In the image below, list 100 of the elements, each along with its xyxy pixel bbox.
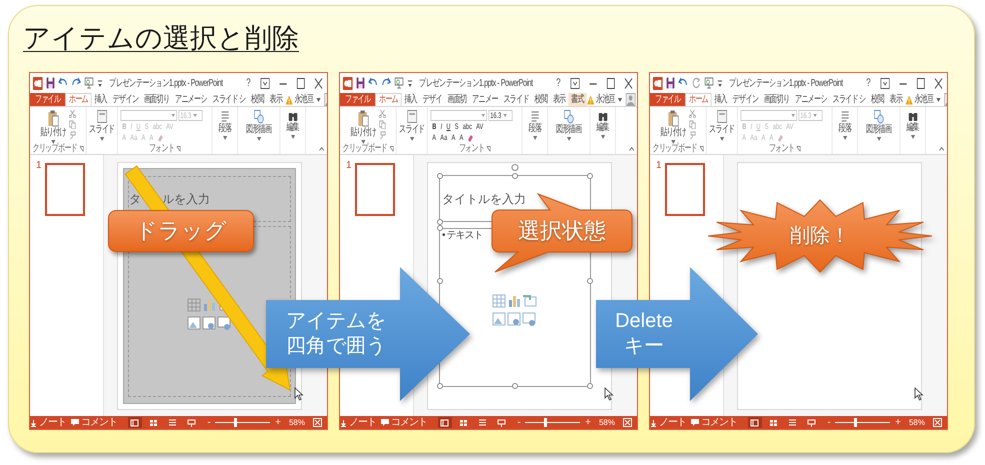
ribbon-tab[interactable]: 校閲 xyxy=(532,93,550,106)
font-name-field[interactable] xyxy=(740,110,797,121)
grow-font-button[interactable]: A xyxy=(449,133,458,143)
ribbon-tab[interactable]: ホーム xyxy=(65,93,92,106)
ribbon-tab[interactable]: デザイン xyxy=(730,93,762,106)
copy-icon[interactable] xyxy=(378,120,388,129)
fit-to-window-icon[interactable] xyxy=(623,418,632,427)
zoom-out-button[interactable]: - xyxy=(517,418,520,428)
paragraph-button[interactable]: 段落 xyxy=(837,107,853,140)
zoom-level[interactable]: 58% xyxy=(598,418,615,426)
paragraph-button[interactable]: 段落 xyxy=(527,107,543,140)
dialog-launcher-icon[interactable] xyxy=(486,146,491,152)
presentation-icon[interactable] xyxy=(704,77,714,89)
dialog-launcher-icon[interactable] xyxy=(79,146,84,152)
collapse-ribbon-icon[interactable] xyxy=(939,147,944,151)
italic-button[interactable]: I xyxy=(438,122,444,132)
notes-button[interactable]: ノート xyxy=(30,418,66,428)
view-button[interactable] xyxy=(184,417,198,428)
view-button[interactable] xyxy=(494,417,508,428)
format-painter-icon[interactable] xyxy=(378,131,386,140)
slide-thumbnail[interactable] xyxy=(664,163,705,216)
paste-button[interactable]: 貼り付け xyxy=(348,107,378,144)
help-button[interactable]: ? xyxy=(554,78,563,88)
paragraph-button[interactable]: 段落 xyxy=(217,107,233,140)
ribbon-tab[interactable]: ファイル xyxy=(650,93,686,106)
view-button[interactable] xyxy=(438,417,452,428)
ribbon-tab[interactable]: 校閲 xyxy=(248,93,267,106)
new-slide-button[interactable]: スライド xyxy=(88,107,116,141)
avatar-icon[interactable] xyxy=(626,93,636,106)
rotate-handle[interactable] xyxy=(512,164,518,171)
ribbon-tab[interactable]: 書式 xyxy=(568,93,587,106)
view-button[interactable] xyxy=(748,417,762,428)
copy-icon[interactable] xyxy=(688,120,698,129)
slide-thumbnail[interactable] xyxy=(44,163,85,216)
scissors-icon[interactable] xyxy=(68,109,76,118)
resize-handle[interactable] xyxy=(437,278,443,284)
underline-button[interactable]: U xyxy=(444,122,453,132)
font-name-field[interactable] xyxy=(120,110,177,121)
paste-button[interactable]: 貼り付け xyxy=(38,107,68,144)
quick-access-menu-icon[interactable] xyxy=(717,78,723,88)
ribbon-tab[interactable]: ファイル xyxy=(30,93,66,106)
ribbon-display-options-icon[interactable] xyxy=(880,78,890,88)
zoom-in-button[interactable]: + xyxy=(275,418,280,428)
format-painter-icon[interactable] xyxy=(68,131,76,140)
account-name[interactable]: 永池亘 xyxy=(914,94,934,104)
ribbon-tab[interactable]: 挿入 xyxy=(712,93,730,106)
drawing-button[interactable]: 図形描画 xyxy=(244,107,273,141)
new-slide-button[interactable]: スライド xyxy=(398,107,426,141)
ribbon-tab[interactable]: ホーム xyxy=(685,93,712,106)
ribbon-tab[interactable]: デザイン xyxy=(110,93,142,106)
resize-handle[interactable] xyxy=(437,383,443,389)
close-icon[interactable] xyxy=(934,78,943,88)
ribbon-tab[interactable]: 表示 xyxy=(550,93,568,106)
zoom-out-button[interactable]: - xyxy=(207,418,210,428)
slider-thumb[interactable] xyxy=(544,418,548,427)
comments-button[interactable]: コメント xyxy=(71,418,118,428)
ribbon-tab[interactable]: スライド シ xyxy=(830,93,868,106)
dialog-launcher-icon[interactable] xyxy=(796,146,801,152)
font-color-button[interactable]: A xyxy=(430,133,438,143)
presentation-icon[interactable] xyxy=(394,77,404,89)
font-name-field[interactable] xyxy=(430,110,487,121)
eraser-icon[interactable] xyxy=(468,134,474,142)
ribbon-tab[interactable]: アニメーシ xyxy=(792,93,830,106)
character-spacing-button[interactable]: AV xyxy=(474,122,486,132)
ribbon-display-options-icon[interactable] xyxy=(570,78,580,88)
collapse-ribbon-icon[interactable] xyxy=(319,147,324,151)
zoom-level[interactable]: 58% xyxy=(288,418,305,426)
view-button[interactable] xyxy=(128,417,142,428)
ribbon-tab[interactable]: ホーム xyxy=(375,93,402,106)
maximize-icon[interactable] xyxy=(296,78,306,88)
resize-handle[interactable] xyxy=(587,278,593,284)
resize-handle[interactable] xyxy=(512,383,518,389)
zoom-in-button[interactable]: + xyxy=(895,418,900,428)
ribbon-display-options-icon[interactable] xyxy=(260,78,270,88)
ribbon-tab[interactable]: アニメーシ xyxy=(172,93,210,106)
zoom-in-button[interactable]: + xyxy=(585,418,590,428)
ribbon-tab[interactable]: 画面切り xyxy=(761,93,792,106)
zoom-level[interactable]: 58% xyxy=(908,418,925,426)
new-slide-button[interactable]: スライド xyxy=(708,107,736,141)
ribbon-tab[interactable]: デザイ xyxy=(420,93,445,106)
fit-to-window-icon[interactable] xyxy=(933,418,942,427)
drawing-button[interactable]: 図形描画 xyxy=(554,107,583,141)
collapse-ribbon-icon[interactable] xyxy=(629,147,634,151)
dialog-launcher-icon[interactable] xyxy=(176,146,181,152)
slide-thumbnail[interactable] xyxy=(354,163,395,216)
strikethrough-button[interactable]: abc xyxy=(460,122,474,132)
resize-handle[interactable] xyxy=(437,173,443,179)
resize-handle[interactable] xyxy=(587,383,593,389)
dialog-launcher-icon[interactable] xyxy=(699,146,704,152)
view-button[interactable] xyxy=(804,417,818,428)
ribbon-tab[interactable]: 表示 xyxy=(886,93,906,106)
quick-access-menu-icon[interactable] xyxy=(97,78,103,88)
shrink-font-button[interactable]: A xyxy=(457,133,466,143)
help-button[interactable]: ? xyxy=(864,78,873,88)
ribbon-tab[interactable]: アニメー xyxy=(469,93,500,106)
maximize-icon[interactable] xyxy=(606,78,616,88)
notes-button[interactable]: ノート xyxy=(650,418,686,428)
slider-thumb[interactable] xyxy=(854,418,858,427)
paste-button[interactable]: 貼り付け xyxy=(658,107,688,144)
ribbon-tab[interactable]: スライド シ xyxy=(210,93,248,106)
